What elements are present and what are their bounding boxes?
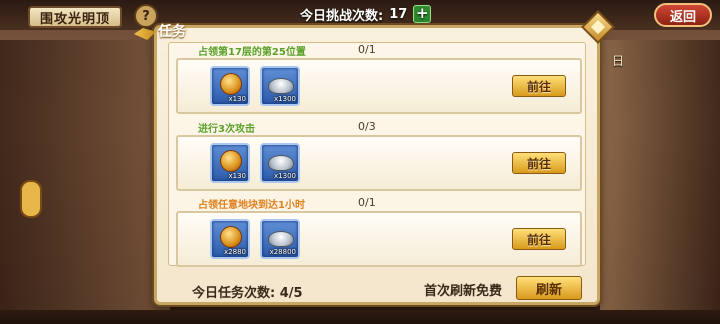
task-reward-box: x130 x1300 前往 — [176, 135, 582, 191]
reward-item[interactable]: x1300 — [260, 66, 300, 106]
reward-qty: x130 — [228, 172, 246, 180]
gold-gem-icon — [220, 73, 242, 95]
reward-item[interactable]: x28800 — [260, 219, 300, 259]
daily-task-label: 今日任务次数: — [192, 286, 276, 301]
task-progress: 0/3 — [358, 120, 376, 133]
challenge-label: 今日挑战次数: — [300, 8, 384, 24]
reward-qty: x1300 — [274, 172, 296, 180]
reward-qty: x28800 — [269, 248, 296, 256]
task-label: 占领第17层的第25位置 — [198, 47, 306, 58]
event-title-plaque[interactable]: 围攻光明顶 — [28, 6, 122, 28]
go-button[interactable]: 前往 — [512, 75, 566, 97]
silver-ingot-icon — [268, 231, 294, 247]
refresh-button[interactable]: 刷新 — [516, 276, 582, 300]
reward-item[interactable]: x1300 — [260, 143, 300, 183]
panel-title: 任务 — [158, 24, 186, 40]
silver-ingot-icon — [268, 78, 294, 94]
gold-gem-icon — [220, 226, 242, 248]
task-reward-box: x130 x1300 前往 — [176, 58, 582, 114]
back-button[interactable]: 返回 — [654, 3, 712, 27]
task-label: 进行3次攻击 — [198, 124, 255, 135]
go-button[interactable]: 前往 — [512, 152, 566, 174]
daily-task-count: 4/5 — [279, 286, 303, 301]
side-gourd-icon[interactable] — [20, 180, 42, 218]
add-challenge-button[interactable]: + — [413, 5, 432, 23]
challenge-count: 17 — [389, 6, 408, 22]
side-label-right: 日 — [612, 54, 625, 68]
reward-qty: x130 — [228, 95, 246, 103]
silver-ingot-icon — [268, 155, 294, 171]
reward-item[interactable]: x130 — [210, 143, 250, 183]
challenge-counter: 今日挑战次数: 17 + — [300, 4, 432, 24]
free-refresh-label: 首次刷新免费 — [424, 284, 503, 299]
reward-item[interactable]: x130 — [210, 66, 250, 106]
task-progress: 0/1 — [358, 196, 376, 209]
task-progress: 0/1 — [358, 43, 376, 56]
background-right-building — [600, 40, 720, 324]
task-label: 占领任意地块到达1小时 — [198, 200, 305, 211]
go-button[interactable]: 前往 — [512, 228, 566, 250]
bottom-strip — [0, 310, 720, 324]
reward-item[interactable]: x2880 — [210, 219, 250, 259]
daily-task-counter: 今日任务次数: 4/5 — [192, 282, 303, 301]
gold-gem-icon — [220, 150, 242, 172]
task-reward-box: x2880 x28800 前往 — [176, 211, 582, 267]
reward-qty: x1300 — [274, 95, 296, 103]
help-icon[interactable]: ? — [134, 4, 158, 28]
reward-qty: x2880 — [224, 248, 246, 256]
